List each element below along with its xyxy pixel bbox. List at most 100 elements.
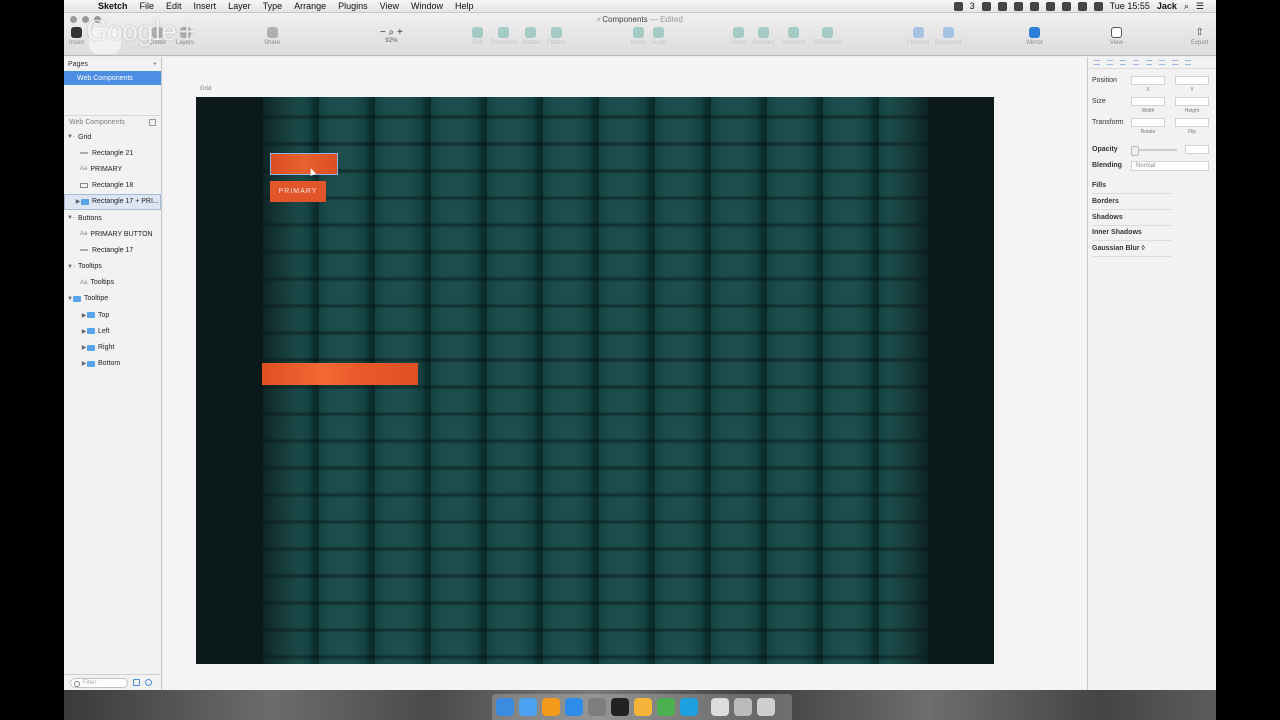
- layer-row[interactable]: Aa PRIMARY: [64, 161, 161, 177]
- collapse-icon[interactable]: [149, 119, 156, 126]
- primary-button[interactable]: PRIMARY: [270, 181, 326, 202]
- menu-arrange[interactable]: Arrange: [288, 1, 332, 11]
- chrome-icon[interactable]: [657, 698, 675, 716]
- y-field[interactable]: [1175, 76, 1209, 85]
- layer-row[interactable]: Aa Tooltips: [64, 275, 161, 291]
- evernote-icon[interactable]: [997, 1, 1007, 11]
- opacity-field[interactable]: [1185, 145, 1209, 154]
- menu-plugins[interactable]: Plugins: [332, 1, 374, 11]
- difference-button[interactable]: Difference: [814, 27, 841, 46]
- mirror-button[interactable]: Mirror: [1027, 27, 1043, 46]
- user-name[interactable]: Jack: [1157, 1, 1177, 11]
- view-button[interactable]: View: [1110, 27, 1123, 46]
- volume-icon[interactable]: [1077, 1, 1087, 11]
- menu-type[interactable]: Type: [257, 1, 289, 11]
- x-field[interactable]: [1131, 76, 1165, 85]
- sketch-icon[interactable]: [634, 698, 652, 716]
- trash-icon[interactable]: [757, 698, 775, 716]
- align-left-icon[interactable]: [1094, 60, 1100, 65]
- align-center-icon[interactable]: [1107, 60, 1113, 65]
- rotate-field[interactable]: [1131, 118, 1165, 127]
- layer-row[interactable]: Rectangle 18: [64, 178, 161, 194]
- layer-row[interactable]: ▼ - Buttons: [64, 210, 161, 226]
- layer-row[interactable]: ▼ - Grid: [64, 129, 161, 145]
- layer-row[interactable]: ▶ Left: [64, 323, 161, 339]
- opacity-slider[interactable]: [1131, 146, 1177, 156]
- menu-layer[interactable]: Layer: [222, 1, 257, 11]
- linkedin-icon[interactable]: [1013, 1, 1023, 11]
- selected-rectangle[interactable]: [270, 153, 338, 175]
- flatten-button[interactable]: Flatten: [547, 27, 565, 46]
- notification-center-icon[interactable]: ☰: [1196, 1, 1204, 12]
- borders-section[interactable]: Borders: [1092, 198, 1119, 205]
- ibooks-icon[interactable]: [542, 698, 560, 716]
- align-top-icon[interactable]: [1133, 60, 1139, 65]
- layer-row[interactable]: ▶ Top: [64, 307, 161, 323]
- fills-section[interactable]: Fills: [1092, 182, 1106, 189]
- wifi-icon[interactable]: [1061, 1, 1071, 11]
- width-field[interactable]: [1131, 97, 1165, 106]
- height-field[interactable]: [1175, 97, 1209, 106]
- layer-row[interactable]: ▼ Tooltipe: [64, 291, 161, 307]
- inner-shadows-section[interactable]: Inner Shadows: [1092, 229, 1142, 236]
- dropbox-icon[interactable]: [981, 1, 991, 11]
- blending-select[interactable]: Normal: [1131, 161, 1209, 171]
- forward-button[interactable]: Forward: [907, 27, 929, 46]
- menu-window[interactable]: Window: [405, 1, 449, 11]
- menu-help[interactable]: Help: [449, 1, 480, 11]
- menu-edit[interactable]: Edit: [160, 1, 188, 11]
- menu-file[interactable]: File: [134, 1, 161, 11]
- clock[interactable]: Tue 15:55: [1110, 1, 1150, 11]
- layer-row[interactable]: Rectangle 17: [64, 242, 161, 258]
- artboard-label[interactable]: Grid: [200, 86, 211, 92]
- edit-button[interactable]: Edit: [472, 27, 483, 46]
- export-button[interactable]: ⇧ Export: [1191, 27, 1208, 46]
- layer-row[interactable]: ▶ Rectangle 17 + PRI...: [64, 193, 161, 210]
- spotlight-icon[interactable]: ⌕: [1184, 1, 1189, 12]
- align-right-icon[interactable]: [1120, 60, 1126, 65]
- app-store-icon[interactable]: [565, 698, 583, 716]
- align-middle-icon[interactable]: [1146, 60, 1152, 65]
- transform-button[interactable]: Transform: [490, 27, 517, 46]
- folder-icon[interactable]: [711, 698, 729, 716]
- zoom-control[interactable]: − ⌕ +92%: [380, 27, 403, 44]
- layer-row[interactable]: Aa PRIMARY BUTTON: [64, 226, 161, 242]
- backward-button[interactable]: Backward: [935, 27, 961, 46]
- distribute-h-icon[interactable]: [1172, 60, 1178, 65]
- align-bottom-icon[interactable]: [1159, 60, 1165, 65]
- layer-row[interactable]: ▶ Bottom: [64, 356, 161, 372]
- layer-row[interactable]: ▶ Right: [64, 339, 161, 355]
- edit-icon[interactable]: [145, 679, 152, 686]
- sonos-icon[interactable]: [611, 698, 629, 716]
- gaussian-blur-section[interactable]: Gaussian Blur ◊: [1092, 245, 1145, 252]
- finder-icon[interactable]: [496, 698, 514, 716]
- distribute-v-icon[interactable]: [1185, 60, 1191, 65]
- shadows-section[interactable]: Shadows: [1092, 214, 1123, 221]
- create-symbol-icon[interactable]: [133, 679, 140, 686]
- page-item-web-components[interactable]: Web Components: [64, 71, 161, 85]
- notification-icon[interactable]: [953, 1, 963, 11]
- downloads-icon[interactable]: [734, 698, 752, 716]
- menu-app[interactable]: Sketch: [92, 1, 134, 11]
- canvas[interactable]: Grid PRIMARY: [163, 57, 1087, 690]
- time-machine-icon[interactable]: [1045, 1, 1055, 11]
- flip-toggle[interactable]: [1175, 118, 1209, 127]
- system-preferences-icon[interactable]: [588, 698, 606, 716]
- messages-icon[interactable]: [519, 698, 537, 716]
- layer-row[interactable]: Rectangle 21: [64, 145, 161, 161]
- add-page-button[interactable]: +: [153, 61, 161, 68]
- rotate-button[interactable]: Rotate: [522, 27, 540, 46]
- mask-button[interactable]: Mask: [631, 27, 645, 46]
- layer-row[interactable]: ▼ - Tooltips: [64, 259, 161, 275]
- insert-button[interactable]: Insert: [69, 27, 84, 46]
- menu-insert[interactable]: Insert: [188, 1, 223, 11]
- clipboard-icon[interactable]: [1029, 1, 1039, 11]
- menu-view[interactable]: View: [374, 1, 405, 11]
- orange-rectangle[interactable]: [262, 363, 418, 385]
- artboard-grid[interactable]: PRIMARY: [196, 97, 994, 664]
- battery-icon[interactable]: [1093, 1, 1103, 11]
- filter-input[interactable]: Filter: [70, 677, 128, 688]
- skype-icon[interactable]: [680, 698, 698, 716]
- share-button[interactable]: Share: [264, 27, 280, 46]
- union-button[interactable]: Union: [731, 27, 747, 46]
